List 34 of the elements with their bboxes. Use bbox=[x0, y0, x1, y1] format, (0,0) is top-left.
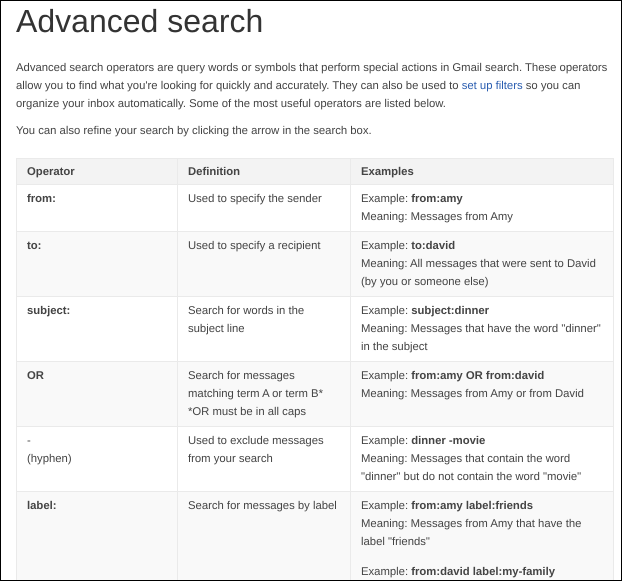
operator-text: OR bbox=[27, 369, 45, 384]
column-header: Examples bbox=[350, 158, 614, 184]
example-text: Example: subject:dinner bbox=[361, 304, 490, 319]
example-text: Example: from:david label:my-family bbox=[361, 565, 556, 580]
operator-text: from: bbox=[27, 192, 57, 207]
paragraph: Advanced search operators are query words or symbols that perform special actions in Gmail search. These operators allow you to find what you're looking for quickly and accurately. They can also be used to set up filters so you can organize your inbox automatically. Some of the most useful operators are listed below. bbox=[16, 61, 608, 112]
definition-text: *OR must be in all caps bbox=[188, 405, 308, 420]
page-title: Advanced search bbox=[16, 2, 264, 41]
meaning-text: Meaning: Messages that contain the word "dinner" but do not contain the word "movie" bbox=[361, 452, 582, 485]
definition-text: Used to exclude messages from your search bbox=[188, 434, 325, 467]
example-text: Example: dinner -movie bbox=[361, 434, 486, 449]
operator-text: subject: bbox=[27, 304, 72, 319]
definition-text: Search for words in the subject line bbox=[188, 304, 306, 337]
operator-text: (hyphen) bbox=[27, 452, 73, 467]
paragraph: You can also refine your search by clicking the arrow in the search box. bbox=[16, 124, 373, 139]
meaning-text: Meaning: Messages from Amy that have the label "friends" bbox=[361, 517, 582, 550]
operator-text: - bbox=[27, 434, 32, 449]
column-header: Operator bbox=[16, 158, 178, 184]
example-text: Example: to:david bbox=[361, 239, 456, 254]
column-header: Definition bbox=[178, 158, 350, 184]
operator-text: to: bbox=[27, 239, 42, 254]
definition-text: Used to specify a recipient bbox=[188, 239, 322, 254]
definition-text: Search for messages by label bbox=[188, 499, 338, 514]
example-text: Example: from:amy OR from:david bbox=[361, 369, 546, 384]
meaning-text: Meaning: Messages from Amy or from David bbox=[361, 387, 585, 402]
example-text: Example: from:amy bbox=[361, 192, 464, 207]
operator-text: label: bbox=[27, 499, 58, 514]
meaning-text: Meaning: All messages that were sent to David (by you or someone else) bbox=[361, 257, 597, 290]
example-text: Example: from:amy label:friends bbox=[361, 499, 534, 514]
filters-link[interactable]: set up filters bbox=[462, 80, 523, 92]
definition-text: Search for messages matching term A or term B* bbox=[188, 369, 324, 402]
meaning-text: Meaning: Messages from Amy bbox=[361, 210, 514, 225]
definition-text: Used to specify the sender bbox=[188, 192, 323, 207]
meaning-text: Meaning: Messages that have the word "dinner" in the subject bbox=[361, 322, 602, 355]
